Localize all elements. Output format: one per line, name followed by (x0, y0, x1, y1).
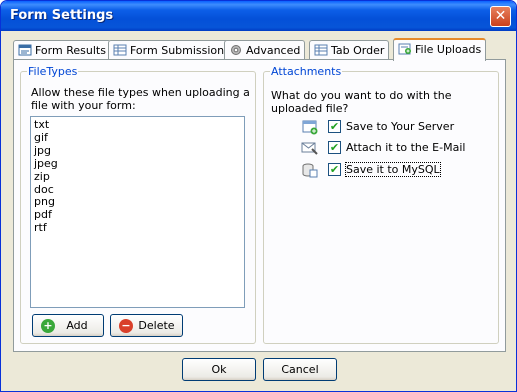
table-icon (113, 44, 127, 56)
tab-label: Form Results (35, 44, 106, 57)
list-item[interactable]: rtf (34, 221, 241, 235)
list-item[interactable]: gif (34, 131, 241, 145)
cancel-button[interactable]: Cancel (263, 358, 337, 381)
window-title: Form Settings (10, 8, 114, 23)
add-icon: + (41, 319, 55, 333)
attach-to-email-label[interactable]: Attach it to the E-Mail (346, 141, 465, 154)
tab-tab-order[interactable]: Tab Order (309, 40, 390, 60)
form-results-icon (18, 44, 32, 56)
list-item[interactable]: doc (34, 183, 241, 197)
tab-form-results[interactable]: Form Results (13, 40, 111, 60)
tab-form-submission[interactable]: Form Submission (108, 40, 230, 60)
close-button[interactable]: ✕ (490, 6, 511, 27)
title-bar[interactable]: Form Settings ✕ (1, 1, 516, 31)
list-item[interactable]: png (34, 196, 241, 209)
tab-advanced[interactable]: Advanced (224, 40, 306, 60)
save-to-mysql-checkbox[interactable]: ✔ (328, 163, 341, 176)
ok-button[interactable]: Ok (182, 358, 256, 381)
form-settings-window: Form Settings ✕ Form Results Form Submis… (0, 0, 517, 392)
list-item[interactable]: zip (34, 170, 241, 184)
attach-to-email-checkbox[interactable]: ✔ (328, 141, 341, 154)
attachments-group-label: Attachments (270, 65, 343, 78)
save-to-server-checkbox[interactable]: ✔ (328, 120, 341, 133)
list-item[interactable]: pdf (34, 208, 241, 222)
ok-button-label: Ok (211, 363, 227, 376)
tab-label: Form Submission (130, 44, 225, 57)
tab-label: Advanced (246, 44, 301, 57)
filetypes-description: Allow these file types when uploading a … (31, 86, 250, 112)
cancel-button-label: Cancel (281, 363, 319, 376)
add-button[interactable]: + Add (32, 314, 104, 337)
filetypes-group-label: FileTypes (27, 65, 79, 78)
filetypes-list[interactable]: txt gif jpg jpeg zip doc png pdf rtf (30, 116, 245, 308)
tab-label: File Uploads (415, 43, 482, 56)
upload-icon (398, 43, 411, 55)
gear-icon (231, 45, 241, 55)
delete-icon: − (119, 319, 133, 333)
list-item[interactable]: txt (34, 118, 241, 132)
tab-file-uploads[interactable]: File Uploads (393, 38, 487, 61)
email-icon (301, 142, 318, 155)
table-icon (314, 44, 328, 56)
attachments-question: What do you want to do with the uploaded… (271, 89, 452, 115)
server-icon (302, 120, 318, 135)
list-item[interactable]: jpg (34, 144, 241, 158)
list-item[interactable]: jpeg (34, 157, 241, 171)
delete-button[interactable]: − Delete (110, 314, 183, 337)
tab-label: Tab Order (331, 44, 385, 57)
save-to-mysql-label[interactable]: Save it to MySQL (345, 162, 441, 177)
database-icon (302, 163, 318, 178)
close-icon: ✕ (494, 8, 507, 24)
save-to-server-label[interactable]: Save to Your Server (346, 120, 454, 133)
